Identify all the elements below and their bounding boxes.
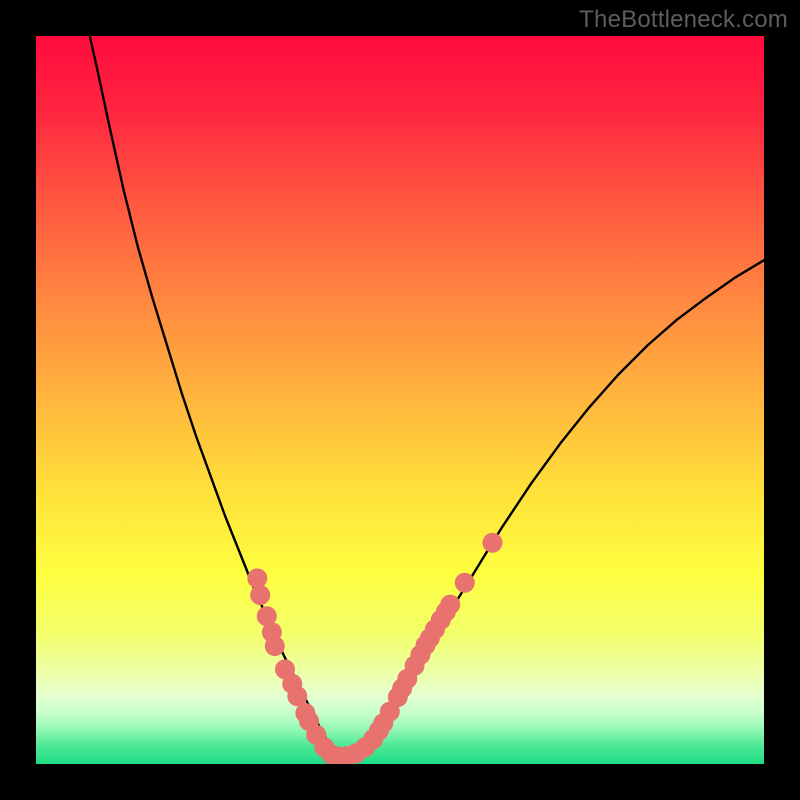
data-marker: [250, 585, 270, 605]
data-marker: [440, 595, 460, 615]
data-marker: [455, 573, 475, 593]
marker-group: [247, 533, 502, 764]
data-marker: [265, 636, 285, 656]
watermark-text: TheBottleneck.com: [579, 6, 788, 34]
curve-layer: [36, 36, 764, 764]
chart-container: TheBottleneck.com: [0, 0, 800, 800]
data-marker: [247, 568, 267, 588]
plot-area: [36, 36, 764, 764]
data-marker: [482, 533, 502, 553]
